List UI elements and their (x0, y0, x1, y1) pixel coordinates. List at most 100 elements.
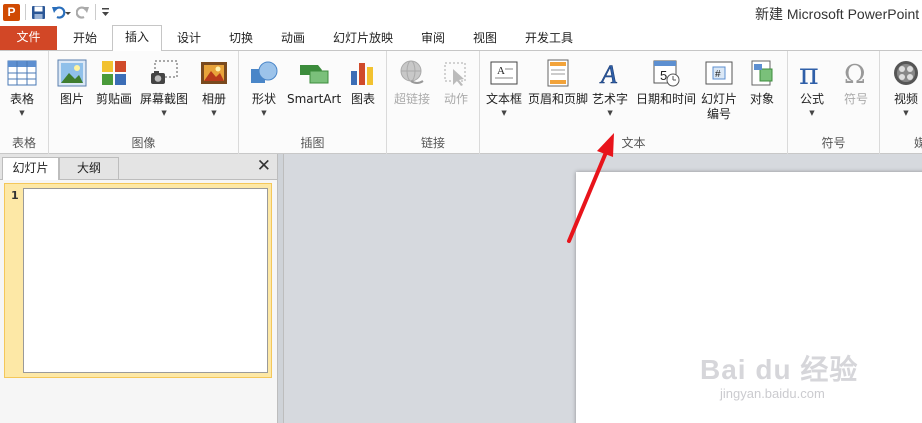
powerpoint-logo-icon[interactable]: P (3, 3, 20, 21)
video-icon (890, 56, 922, 90)
slide-number-icon: # (703, 56, 735, 90)
group-text: A 文本框 ▼ 页眉和页脚 A 艺术字 ▼ 5 日期和时间 # 幻灯片 编号 对… (480, 51, 788, 154)
slide-number-button[interactable]: # 幻灯片 编号 (701, 56, 737, 122)
header-footer-icon (542, 56, 574, 90)
action-label: 动作 (443, 92, 468, 106)
picture-button[interactable]: 图片 (56, 56, 88, 107)
customize-qat-icon[interactable] (101, 3, 110, 21)
action-button[interactable]: 动作 (440, 56, 472, 107)
photo-album-icon (198, 56, 230, 90)
wordart-button[interactable]: A 艺术字 ▼ (592, 56, 628, 118)
group-tables: 表格 ▼ 表格 (0, 51, 49, 154)
tab-view[interactable]: 视图 (462, 27, 508, 50)
tab-transitions[interactable]: 切换 (218, 27, 264, 50)
equation-button[interactable]: π 公式 ▼ (796, 56, 828, 118)
shapes-button[interactable]: 形状 ▼ (248, 56, 280, 118)
symbol-label: 符号 (843, 92, 868, 106)
qat-separator (25, 4, 26, 20)
ribbon-tabs: 文件 开始 插入 设计 切换 动画 幻灯片放映 审阅 视图 开发工具 (0, 24, 922, 51)
dropdown-arrow-icon: ▼ (501, 109, 507, 117)
svg-text:Ω: Ω (844, 60, 866, 88)
undo-icon[interactable] (51, 3, 71, 21)
dropdown-arrow-icon: ▼ (19, 109, 25, 117)
group-links: 超链接 动作 链接 (387, 51, 480, 154)
tab-design[interactable]: 设计 (166, 27, 212, 50)
watermark-main-text: Bai du 经验 (700, 354, 859, 385)
tab-home[interactable]: 开始 (62, 27, 108, 50)
photo-album-button[interactable]: 相册 ▼ (198, 56, 230, 118)
wordart-label: 艺术字 (592, 92, 629, 106)
pane-splitter[interactable] (277, 154, 284, 423)
dropdown-arrow-icon: ▼ (211, 109, 217, 117)
hyperlink-label: 超链接 (394, 92, 431, 106)
svg-text:5: 5 (660, 68, 667, 83)
quick-access-toolbar: P (0, 0, 110, 24)
clipart-label: 剪贴画 (96, 92, 133, 106)
tab-slides[interactable]: 幻灯片 (2, 157, 59, 180)
slides-pane: 幻灯片 大纲 ✕ 1 (0, 154, 277, 423)
slide-thumbnails: 1 (0, 180, 277, 423)
window-title: 新建 Microsoft PowerPoint (755, 6, 920, 22)
date-time-button[interactable]: 5 日期和时间 (636, 56, 696, 107)
chart-button[interactable]: 图表 (347, 56, 379, 107)
hyperlink-button[interactable]: 超链接 (394, 56, 430, 107)
dropdown-arrow-icon: ▼ (809, 109, 815, 117)
table-icon (6, 56, 38, 90)
smartart-label: SmartArt (287, 92, 342, 106)
group-media: 视频 ▼ 媒 (880, 51, 922, 154)
tab-developer[interactable]: 开发工具 (516, 27, 582, 50)
title-bar: P 新建 Microsoft PowerPoint (0, 0, 922, 24)
baidu-watermark: Bai du 经验 jingyan.baidu.com (700, 348, 900, 410)
table-button[interactable]: 表格 ▼ (6, 56, 38, 118)
textbox-button[interactable]: A 文本框 ▼ (486, 56, 522, 118)
tab-review[interactable]: 审阅 (410, 27, 456, 50)
dropdown-arrow-icon: ▼ (161, 109, 167, 117)
slide-number-label: 幻灯片 编号 (701, 92, 738, 121)
dropdown-arrow-icon: ▼ (903, 109, 909, 117)
group-images: 图片 剪贴画 屏幕截图 ▼ 相册 ▼ 图像 (49, 51, 239, 154)
group-label-links: 链接 (420, 136, 445, 150)
tab-animations[interactable]: 动画 (270, 27, 316, 50)
tab-slideshow[interactable]: 幻灯片放映 (326, 27, 400, 50)
group-label-tables: 表格 (11, 136, 36, 150)
photo-album-label: 相册 (201, 92, 226, 106)
qat-separator (95, 4, 96, 20)
close-icon[interactable]: ✕ (257, 157, 271, 175)
group-label-illustrations: 插图 (300, 136, 325, 150)
screenshot-button[interactable]: 屏幕截图 ▼ (140, 56, 188, 118)
object-button[interactable]: 对象 (746, 56, 778, 107)
textbox-icon: A (488, 56, 520, 90)
tab-insert[interactable]: 插入 (112, 25, 162, 51)
chart-label: 图表 (350, 92, 375, 106)
shapes-label: 形状 (251, 92, 276, 106)
header-footer-button[interactable]: 页眉和页脚 (528, 56, 588, 107)
header-footer-label: 页眉和页脚 (528, 92, 589, 106)
wordart-icon: A (594, 56, 626, 90)
picture-label: 图片 (59, 92, 84, 106)
chart-icon (347, 56, 379, 90)
tab-file[interactable]: 文件 (0, 26, 57, 50)
smartart-icon (298, 56, 330, 90)
group-illustrations: 形状 ▼ SmartArt 图表 插图 (239, 51, 387, 154)
slide-thumbnail-item[interactable]: 1 (4, 183, 272, 378)
svg-text:A: A (497, 65, 505, 77)
smartart-button[interactable]: SmartArt (287, 56, 341, 107)
clipart-button[interactable]: 剪贴画 (96, 56, 132, 107)
video-button[interactable]: 视频 ▼ (890, 56, 922, 118)
action-icon (440, 56, 472, 90)
shapes-icon (248, 56, 280, 90)
object-label: 对象 (749, 92, 774, 106)
textbox-label: 文本框 (486, 92, 523, 106)
group-label-media: 媒 (914, 136, 922, 150)
svg-text:#: # (715, 69, 721, 80)
hyperlink-icon (396, 56, 428, 90)
tab-outline[interactable]: 大纲 (59, 157, 119, 180)
equation-icon: π (796, 56, 828, 90)
date-time-icon: 5 (650, 56, 682, 90)
ribbon: 表格 ▼ 表格 图片 剪贴画 屏幕截图 ▼ 相册 ▼ 图像 形状 ▼ Smart… (0, 50, 922, 154)
save-icon[interactable] (31, 3, 46, 21)
dropdown-arrow-icon: ▼ (261, 109, 267, 117)
symbol-button[interactable]: Ω 符号 (840, 56, 872, 107)
redo-icon[interactable] (76, 3, 90, 21)
slide-thumbnail[interactable] (23, 188, 268, 373)
